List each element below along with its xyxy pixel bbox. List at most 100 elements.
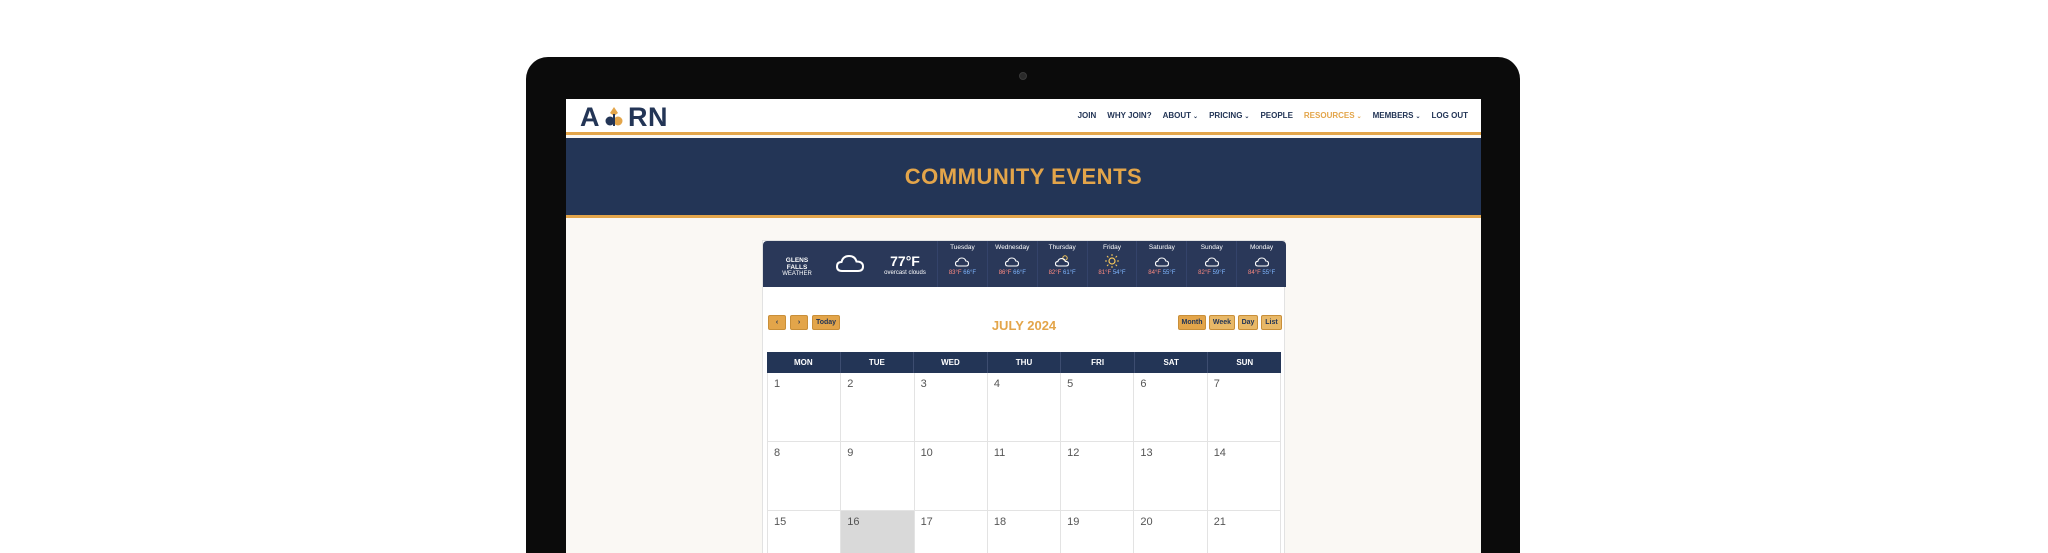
forecast-low: 59°F [1212, 270, 1226, 276]
forecast-day-name: Sunday [1200, 244, 1223, 251]
week-view-button[interactable]: Week [1209, 315, 1235, 330]
acorn-logo-icon [601, 104, 627, 130]
calendar-week-row: 1 2 3 4 5 6 7 [767, 373, 1281, 442]
forecast-day-saturday: Saturday 84°F 55°F [1136, 241, 1186, 287]
calendar-day-number[interactable]: 20 [1140, 516, 1152, 528]
forecast-high: 83°F [948, 270, 962, 276]
nav-item-why-join[interactable]: WHY JOIN? [1107, 111, 1151, 120]
calendar-day-cell[interactable]: 4 [987, 373, 1062, 441]
site-header: A RN JOIN WHY JOIN? ABOUT ⌄ PRICING ⌄ PEOPLE RE… [566, 99, 1481, 135]
calendar-day-number[interactable]: 6 [1140, 378, 1146, 390]
weather-location: GLENS FALLS WEATHER [775, 257, 819, 277]
calendar-day-number[interactable]: 10 [921, 447, 933, 459]
stage: A RN JOIN WHY JOIN? ABOUT ⌄ PRICING ⌄ PEOPLE RE… [0, 0, 2048, 553]
day-view-button[interactable]: Day [1238, 315, 1258, 330]
logo-text-left: A [580, 101, 600, 132]
calendar-day-number[interactable]: 21 [1214, 516, 1226, 528]
forecast-low: 54°F [1112, 270, 1126, 276]
calendar-day-cell[interactable]: 7 [1207, 373, 1281, 441]
cloud-icon [1154, 253, 1170, 269]
calendar-day-number[interactable]: 4 [994, 378, 1000, 390]
weather-current-desc: overcast clouds [884, 270, 926, 276]
main-nav: JOIN WHY JOIN? ABOUT ⌄ PRICING ⌄ PEOPLE RESOURC… [1078, 111, 1468, 120]
nav-item-label: WHY JOIN? [1107, 111, 1152, 120]
calendar-day-cell[interactable]: 9 [841, 442, 915, 510]
prev-month-button[interactable]: ‹ [768, 315, 786, 330]
nav-item-log-out[interactable]: LOG OUT [1432, 111, 1468, 120]
forecast-temps: 86°F 66°F [988, 270, 1037, 276]
calendar-day-cell[interactable]: 8 [767, 442, 842, 510]
nav-item-join[interactable]: JOIN [1078, 111, 1097, 120]
weekday-header-thu: THU [988, 352, 1062, 373]
calendar-day-cell[interactable]: 1 [767, 373, 842, 441]
calendar-day-number[interactable]: 11 [994, 447, 1005, 459]
calendar-day-cell[interactable]: 10 [914, 442, 988, 510]
calendar-day-number[interactable]: 3 [921, 378, 927, 390]
calendar-day-number[interactable]: 5 [1067, 378, 1073, 390]
forecast-high: 81°F [1098, 270, 1112, 276]
calendar-day-number[interactable]: 13 [1140, 447, 1152, 459]
forecast-high: 84°F [1248, 270, 1261, 276]
calendar-day-cell[interactable]: 21 [1207, 511, 1281, 553]
calendar-day-number[interactable]: 17 [921, 516, 933, 528]
next-month-button[interactable]: › [790, 315, 808, 330]
forecast-day-name: Friday [1102, 244, 1122, 251]
calendar-day-cell[interactable]: 18 [987, 511, 1062, 553]
forecast-day-monday: Monday 84°F 55°F [1236, 241, 1286, 287]
calendar-day-number[interactable]: 7 [1214, 378, 1220, 390]
calendar-day-cell[interactable]: 3 [914, 373, 988, 441]
calendar-day-cell[interactable]: 5 [1061, 373, 1135, 441]
forecast-day-sunday: Sunday 82°F 59°F [1186, 241, 1236, 287]
calendar-day-number[interactable]: 16 [847, 516, 859, 528]
nav-item-about[interactable]: ABOUT ⌄ [1163, 111, 1198, 120]
nav-item-resources[interactable]: RESOURCES ⌄ [1304, 111, 1362, 120]
month-view-button[interactable]: Month [1178, 315, 1206, 330]
forecast-high: 82°F [1048, 270, 1062, 276]
calendar-day-cell[interactable]: 19 [1061, 511, 1135, 553]
forecast-day-name: Monday [1250, 244, 1274, 251]
cloud-icon [1254, 253, 1270, 269]
calendar-day-cell[interactable]: 16 [841, 511, 915, 553]
weather-forecast: Tuesday 83°F 66°F Wednesday 86°F 66°F Thursd… [937, 241, 1286, 287]
cloud-icon [835, 252, 865, 276]
calendar-day-number[interactable]: 14 [1214, 447, 1226, 459]
today-button[interactable]: Today [812, 315, 840, 330]
forecast-high: 82°F [1198, 270, 1211, 276]
calendar-day-number[interactable]: 2 [847, 378, 853, 390]
nav-item-pricing[interactable]: PRICING ⌄ [1209, 111, 1249, 120]
calendar-day-number[interactable]: 8 [774, 447, 780, 459]
calendar-day-cell[interactable]: 12 [1061, 442, 1135, 510]
nav-item-label: MEMBERS [1372, 111, 1414, 120]
calendar-day-number[interactable]: 15 [774, 516, 786, 528]
calendar-day-cell[interactable]: 2 [841, 373, 915, 441]
calendar-day-cell[interactable]: 14 [1207, 442, 1281, 510]
calendar-week-row: 15 16 17 18 19 20 21 [767, 511, 1281, 553]
weather-current: 77°F overcast clouds [881, 253, 929, 276]
nav-item-people[interactable]: PEOPLE [1260, 111, 1292, 120]
calendar-day-number[interactable]: 9 [847, 447, 853, 459]
calendar-day-cell[interactable]: 11 [987, 442, 1062, 510]
calendar-day-number[interactable]: 19 [1067, 516, 1079, 528]
weekday-header-sat: SAT [1135, 352, 1209, 373]
chevron-down-icon: ⌄ [1244, 114, 1250, 120]
calendar-day-cell[interactable]: 17 [914, 511, 988, 553]
calendar-day-cell[interactable]: 15 [767, 511, 842, 553]
cloud-icon [1204, 253, 1220, 269]
chevron-down-icon: ⌄ [1193, 114, 1199, 120]
site-logo[interactable]: A RN [580, 101, 668, 132]
weather-current-temp: 77°F [890, 253, 920, 269]
calendar-day-cell[interactable]: 20 [1134, 511, 1208, 553]
calendar-day-cell[interactable]: 6 [1134, 373, 1208, 441]
nav-item-members[interactable]: MEMBERS ⌄ [1373, 111, 1421, 120]
calendar-day-cell[interactable]: 13 [1134, 442, 1208, 510]
cloud-icon [1004, 253, 1020, 269]
forecast-day-thursday: Thursday 82°F 61°F [1036, 241, 1087, 287]
list-view-button[interactable]: List [1261, 315, 1282, 330]
nav-item-label: RESOURCES [1303, 111, 1355, 120]
calendar-day-number[interactable]: 18 [994, 516, 1006, 528]
calendar-day-number[interactable]: 1 [774, 378, 780, 390]
nav-item-label: LOG OUT [1431, 111, 1468, 120]
partly-cloudy-icon [1054, 253, 1070, 269]
calendar-day-number[interactable]: 12 [1067, 447, 1079, 459]
forecast-day-name: Wednesday [995, 244, 1030, 251]
